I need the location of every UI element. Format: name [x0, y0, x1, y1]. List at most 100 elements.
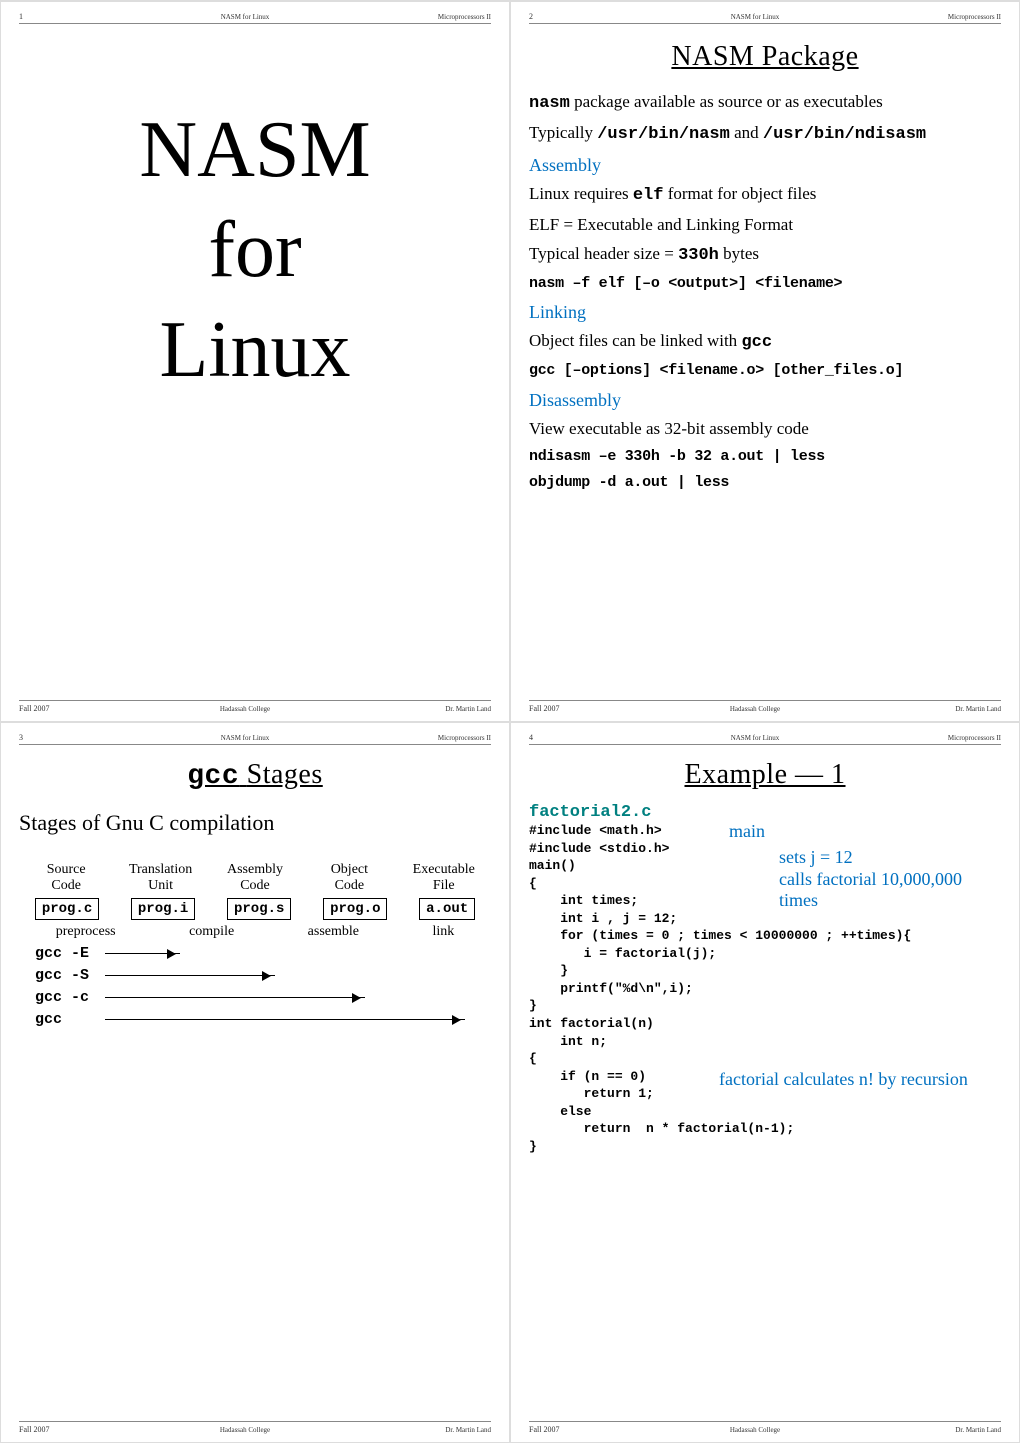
slide-1: 1 NASM for Linux Microprocessors II NASM… — [0, 1, 510, 722]
page-number: 4 — [529, 733, 609, 742]
stage: Executable File — [404, 862, 484, 894]
header: 2 NASM for Linux Microprocessors II — [529, 12, 1001, 24]
arrow-icon — [105, 975, 275, 976]
stage: Assembly Code — [215, 862, 295, 894]
footer-right: Dr. Martin Land — [901, 705, 1001, 713]
title-line-1: NASM — [19, 100, 491, 200]
txt: ELF = Executable and Linking Format — [529, 214, 1001, 237]
file-box: prog.c — [35, 898, 99, 920]
note-calls: calls factorial 10,000,000 times — [779, 869, 1001, 911]
title-line-2: for — [19, 200, 491, 300]
header-center: NASM for Linux — [609, 13, 901, 21]
footer-left: Fall 2007 — [529, 1425, 609, 1434]
slide4-body: Example — 1 factorial2.c #include <math.… — [529, 751, 1001, 1421]
gcc-label: gcc -c — [35, 989, 105, 1006]
footer-left: Fall 2007 — [19, 1425, 99, 1434]
footer: Fall 2007 Hadassah College Dr. Martin La… — [529, 1421, 1001, 1434]
txt: format for object files — [663, 184, 816, 203]
footer-left: Fall 2007 — [19, 704, 99, 713]
header: 3 NASM for Linux Microprocessors II — [19, 733, 491, 745]
cmd-objdump: objdump -d a.out | less — [529, 473, 1001, 493]
txt: 330h — [678, 246, 719, 265]
gcc-label: gcc -E — [35, 945, 105, 962]
txt: View executable as 32-bit assembly code — [529, 418, 1001, 441]
slide-4: 4 NASM for Linux Microprocessors II Exam… — [510, 722, 1020, 1443]
footer-left: Fall 2007 — [529, 704, 609, 713]
op-labels: preprocess compile assemble link — [19, 924, 491, 940]
heading-linking: Linking — [529, 300, 1001, 324]
header-right: Microprocessors II — [901, 13, 1001, 21]
header-center: NASM for Linux — [609, 734, 901, 742]
txt: package available as source or as execut… — [570, 92, 883, 111]
filename: factorial2.c — [529, 803, 1001, 822]
file-box: prog.i — [131, 898, 195, 920]
file-boxes: prog.c prog.i prog.s prog.o a.out — [19, 898, 491, 920]
footer-center: Hadassah College — [609, 1426, 901, 1434]
txt: /usr/bin/nasm — [597, 125, 730, 144]
note-fact: factorial calculates n! by recursion — [719, 1069, 968, 1090]
footer-right: Dr. Martin Land — [391, 705, 491, 713]
txt: Typical header size = — [529, 244, 678, 263]
header: 4 NASM for Linux Microprocessors II — [529, 733, 1001, 745]
txt: elf — [633, 186, 664, 205]
header-right: Microprocessors II — [391, 13, 491, 21]
txt: gcc — [741, 333, 772, 352]
slide1-body: NASM for Linux — [19, 30, 491, 700]
txt: nasm — [529, 94, 570, 113]
gcc-c-row: gcc -c — [35, 989, 491, 1006]
slide-title: gcc Stages — [19, 759, 491, 792]
arrow-icon — [105, 953, 180, 954]
header: 1 NASM for Linux Microprocessors II — [19, 12, 491, 24]
gcc-label: gcc -S — [35, 967, 105, 984]
slide2-body: NASM Package nasm package available as s… — [529, 30, 1001, 700]
op: link — [432, 924, 454, 940]
op: compile — [189, 924, 234, 940]
footer: Fall 2007 Hadassah College Dr. Martin La… — [19, 1421, 491, 1434]
heading-assembly: Assembly — [529, 153, 1001, 177]
header-center: NASM for Linux — [99, 734, 391, 742]
slide-title: NASM Package — [529, 38, 1001, 76]
stage: Object Code — [309, 862, 389, 894]
file-box: prog.o — [323, 898, 387, 920]
header-right: Microprocessors II — [391, 734, 491, 742]
footer-right: Dr. Martin Land — [901, 1426, 1001, 1434]
header-right: Microprocessors II — [901, 734, 1001, 742]
txt: /usr/bin/ndisasm — [763, 125, 926, 144]
page-number: 1 — [19, 12, 99, 21]
page-number: 3 — [19, 733, 99, 742]
footer-right: Dr. Martin Land — [391, 1426, 491, 1434]
title-line-3: Linux — [19, 300, 491, 400]
op: preprocess — [56, 924, 116, 940]
txt: Object files can be linked with — [529, 331, 741, 350]
slide-3: 3 NASM for Linux Microprocessors II gcc … — [0, 722, 510, 1443]
slide-title: Example — 1 — [529, 759, 1001, 791]
footer-center: Hadassah College — [99, 1426, 391, 1434]
slide3-body: gcc Stages Stages of Gnu C compilation S… — [19, 751, 491, 1421]
cmd-ndisasm: ndisasm –e 330h -b 32 a.out | less — [529, 447, 1001, 467]
slide-2: 2 NASM for Linux Microprocessors II NASM… — [510, 1, 1020, 722]
cmd-nasm: nasm –f elf [–o <output>] <filename> — [529, 274, 1001, 294]
main-title: NASM for Linux — [19, 100, 491, 400]
stage-labels: Source Code Translation Unit Assembly Co… — [19, 862, 491, 894]
document: 1 NASM for Linux Microprocessors II NASM… — [0, 0, 1020, 1443]
gcc-E-row: gcc -E — [35, 945, 491, 962]
subtitle: Stages of Gnu C compilation — [19, 810, 491, 836]
note-main: main — [729, 821, 765, 842]
file-box: a.out — [419, 898, 475, 920]
arrow-icon — [105, 1019, 465, 1020]
txt: bytes — [719, 244, 759, 263]
header-center: NASM for Linux — [99, 13, 391, 21]
note-set: sets j = 12 — [779, 847, 853, 868]
footer-center: Hadassah College — [609, 705, 901, 713]
footer: Fall 2007 Hadassah College Dr. Martin La… — [529, 700, 1001, 713]
footer-center: Hadassah College — [99, 705, 391, 713]
stage: Translation Unit — [121, 862, 201, 894]
gcc-label: gcc — [35, 1011, 105, 1028]
heading-disassembly: Disassembly — [529, 388, 1001, 412]
gcc-row: gcc — [35, 1011, 491, 1028]
op: assemble — [308, 924, 359, 940]
gcc-S-row: gcc -S — [35, 967, 491, 984]
txt: Typically — [529, 123, 597, 142]
cmd-gcc: gcc [–options] <filename.o> [other_files… — [529, 361, 1001, 381]
txt: Linux requires — [529, 184, 633, 203]
